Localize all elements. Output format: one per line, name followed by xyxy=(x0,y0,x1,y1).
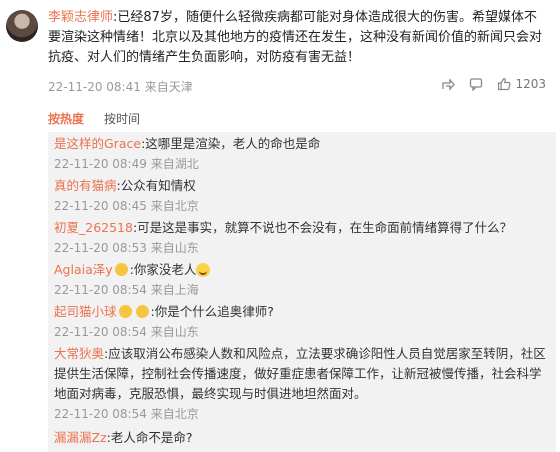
list-item: 真的有猫病:公众有知情权 22-11-20 08:45 来自北京 xyxy=(54,176,552,216)
comment-actions: 1203 xyxy=(441,77,546,91)
reply-text: :你是个什么追奥律师? xyxy=(150,304,274,319)
list-item: 大常狄奥:应该取消公布感染人数和风险点，立法要求确诊阳性人员自觉居家至转阴，社区… xyxy=(54,344,552,424)
reply-text: :可是这是事实，就算不说也不会没有，在生命面前情绪算得了什么？ xyxy=(132,220,513,235)
vip-badge-icon xyxy=(114,263,128,276)
reply-time: 22-11-20 08:54 xyxy=(54,407,147,421)
list-item: 初夏_262518:可是这是事实，就算不说也不会没有，在生命面前情绪算得了什么？… xyxy=(54,218,552,258)
comment-username[interactable]: 李颖志律师 xyxy=(48,10,113,25)
reply-username[interactable]: 起司猫小球 xyxy=(54,304,117,319)
comment-body: 李颖志律师:已经87岁，随便什么轻微疾病都可能对身体造成很大的伤害。希望媒体不要… xyxy=(48,8,548,68)
reply-source: 来自山东 xyxy=(150,241,199,255)
reply-time: 22-11-20 08:45 xyxy=(54,199,147,213)
share-icon[interactable] xyxy=(441,77,456,91)
reply-source: 来自上海 xyxy=(150,283,199,297)
tab-by-hot[interactable]: 按热度 xyxy=(48,110,84,127)
comment-source: 来自天津 xyxy=(144,80,193,94)
reply-source: 来自北京 xyxy=(150,199,199,213)
reply-source: 来自湖北 xyxy=(150,157,199,171)
like-button[interactable]: 1203 xyxy=(497,77,546,91)
reply-time: 22-11-20 08:53 xyxy=(54,241,147,255)
comment-text: :已经87岁，随便什么轻微疾病都可能对身体造成很大的伤害。希望媒体不要渲染这种情… xyxy=(48,10,543,65)
reply-time: 22-11-20 08:54 xyxy=(54,325,147,339)
list-item: 漏漏漏Zz:老人命不是命? xyxy=(54,428,552,448)
comment-meta: 22-11-20 08:41 来自天津 xyxy=(48,78,193,95)
list-item: Aglaia泽y :你家没老人 22-11-20 08:54 来自上海 xyxy=(54,260,552,300)
medal-badge-icon xyxy=(135,305,149,318)
reply-username[interactable]: 漏漏漏Zz xyxy=(54,430,107,445)
tab-by-time[interactable]: 按时间 xyxy=(104,110,140,127)
reply-text: :公众有知情权 xyxy=(116,178,196,193)
reply-username[interactable]: 大常狄奥 xyxy=(54,346,104,361)
avatar[interactable] xyxy=(6,10,38,42)
reply-username[interactable]: 真的有猫病 xyxy=(54,178,117,193)
reply-username[interactable]: Aglaia泽y xyxy=(54,262,113,277)
list-item: 是这样的Grace:这哪里是渲染，老人的命也是命 22-11-20 08:49 … xyxy=(54,134,552,174)
vip-badge-icon xyxy=(118,305,132,318)
reply-time: 22-11-20 08:49 xyxy=(54,157,147,171)
sort-tabs: 按热度 按时间 xyxy=(48,110,140,127)
comment-time: 22-11-20 08:41 xyxy=(48,80,141,94)
reply-username[interactable]: 初夏_262518 xyxy=(54,220,133,235)
reply-source: 来自北京 xyxy=(150,407,199,421)
list-item: 起司猫小球 :你是个什么追奥律师? 22-11-20 08:54 来自山东 xyxy=(54,302,552,342)
reply-text: :这哪里是渲染，老人的命也是命 xyxy=(141,136,321,151)
reply-text: :老人命不是命? xyxy=(106,430,193,445)
reply-username[interactable]: 是这样的Grace xyxy=(54,136,141,151)
smile-emoji-icon xyxy=(196,263,211,277)
comment-icon[interactable] xyxy=(469,77,483,91)
reply-list: 是这样的Grace:这哪里是渲染，老人的命也是命 22-11-20 08:49 … xyxy=(48,132,556,452)
reply-time: 22-11-20 08:54 xyxy=(54,283,147,297)
reply-text: :应该取消公布感染人数和风险点，立法要求确诊阳性人员自觉居家至转阴，社区提供生活… xyxy=(54,346,546,401)
reply-source: 来自山东 xyxy=(150,325,199,339)
thumbs-up-icon xyxy=(497,77,511,91)
like-count: 1203 xyxy=(515,77,546,91)
reply-text: :你家没老人 xyxy=(129,262,197,277)
